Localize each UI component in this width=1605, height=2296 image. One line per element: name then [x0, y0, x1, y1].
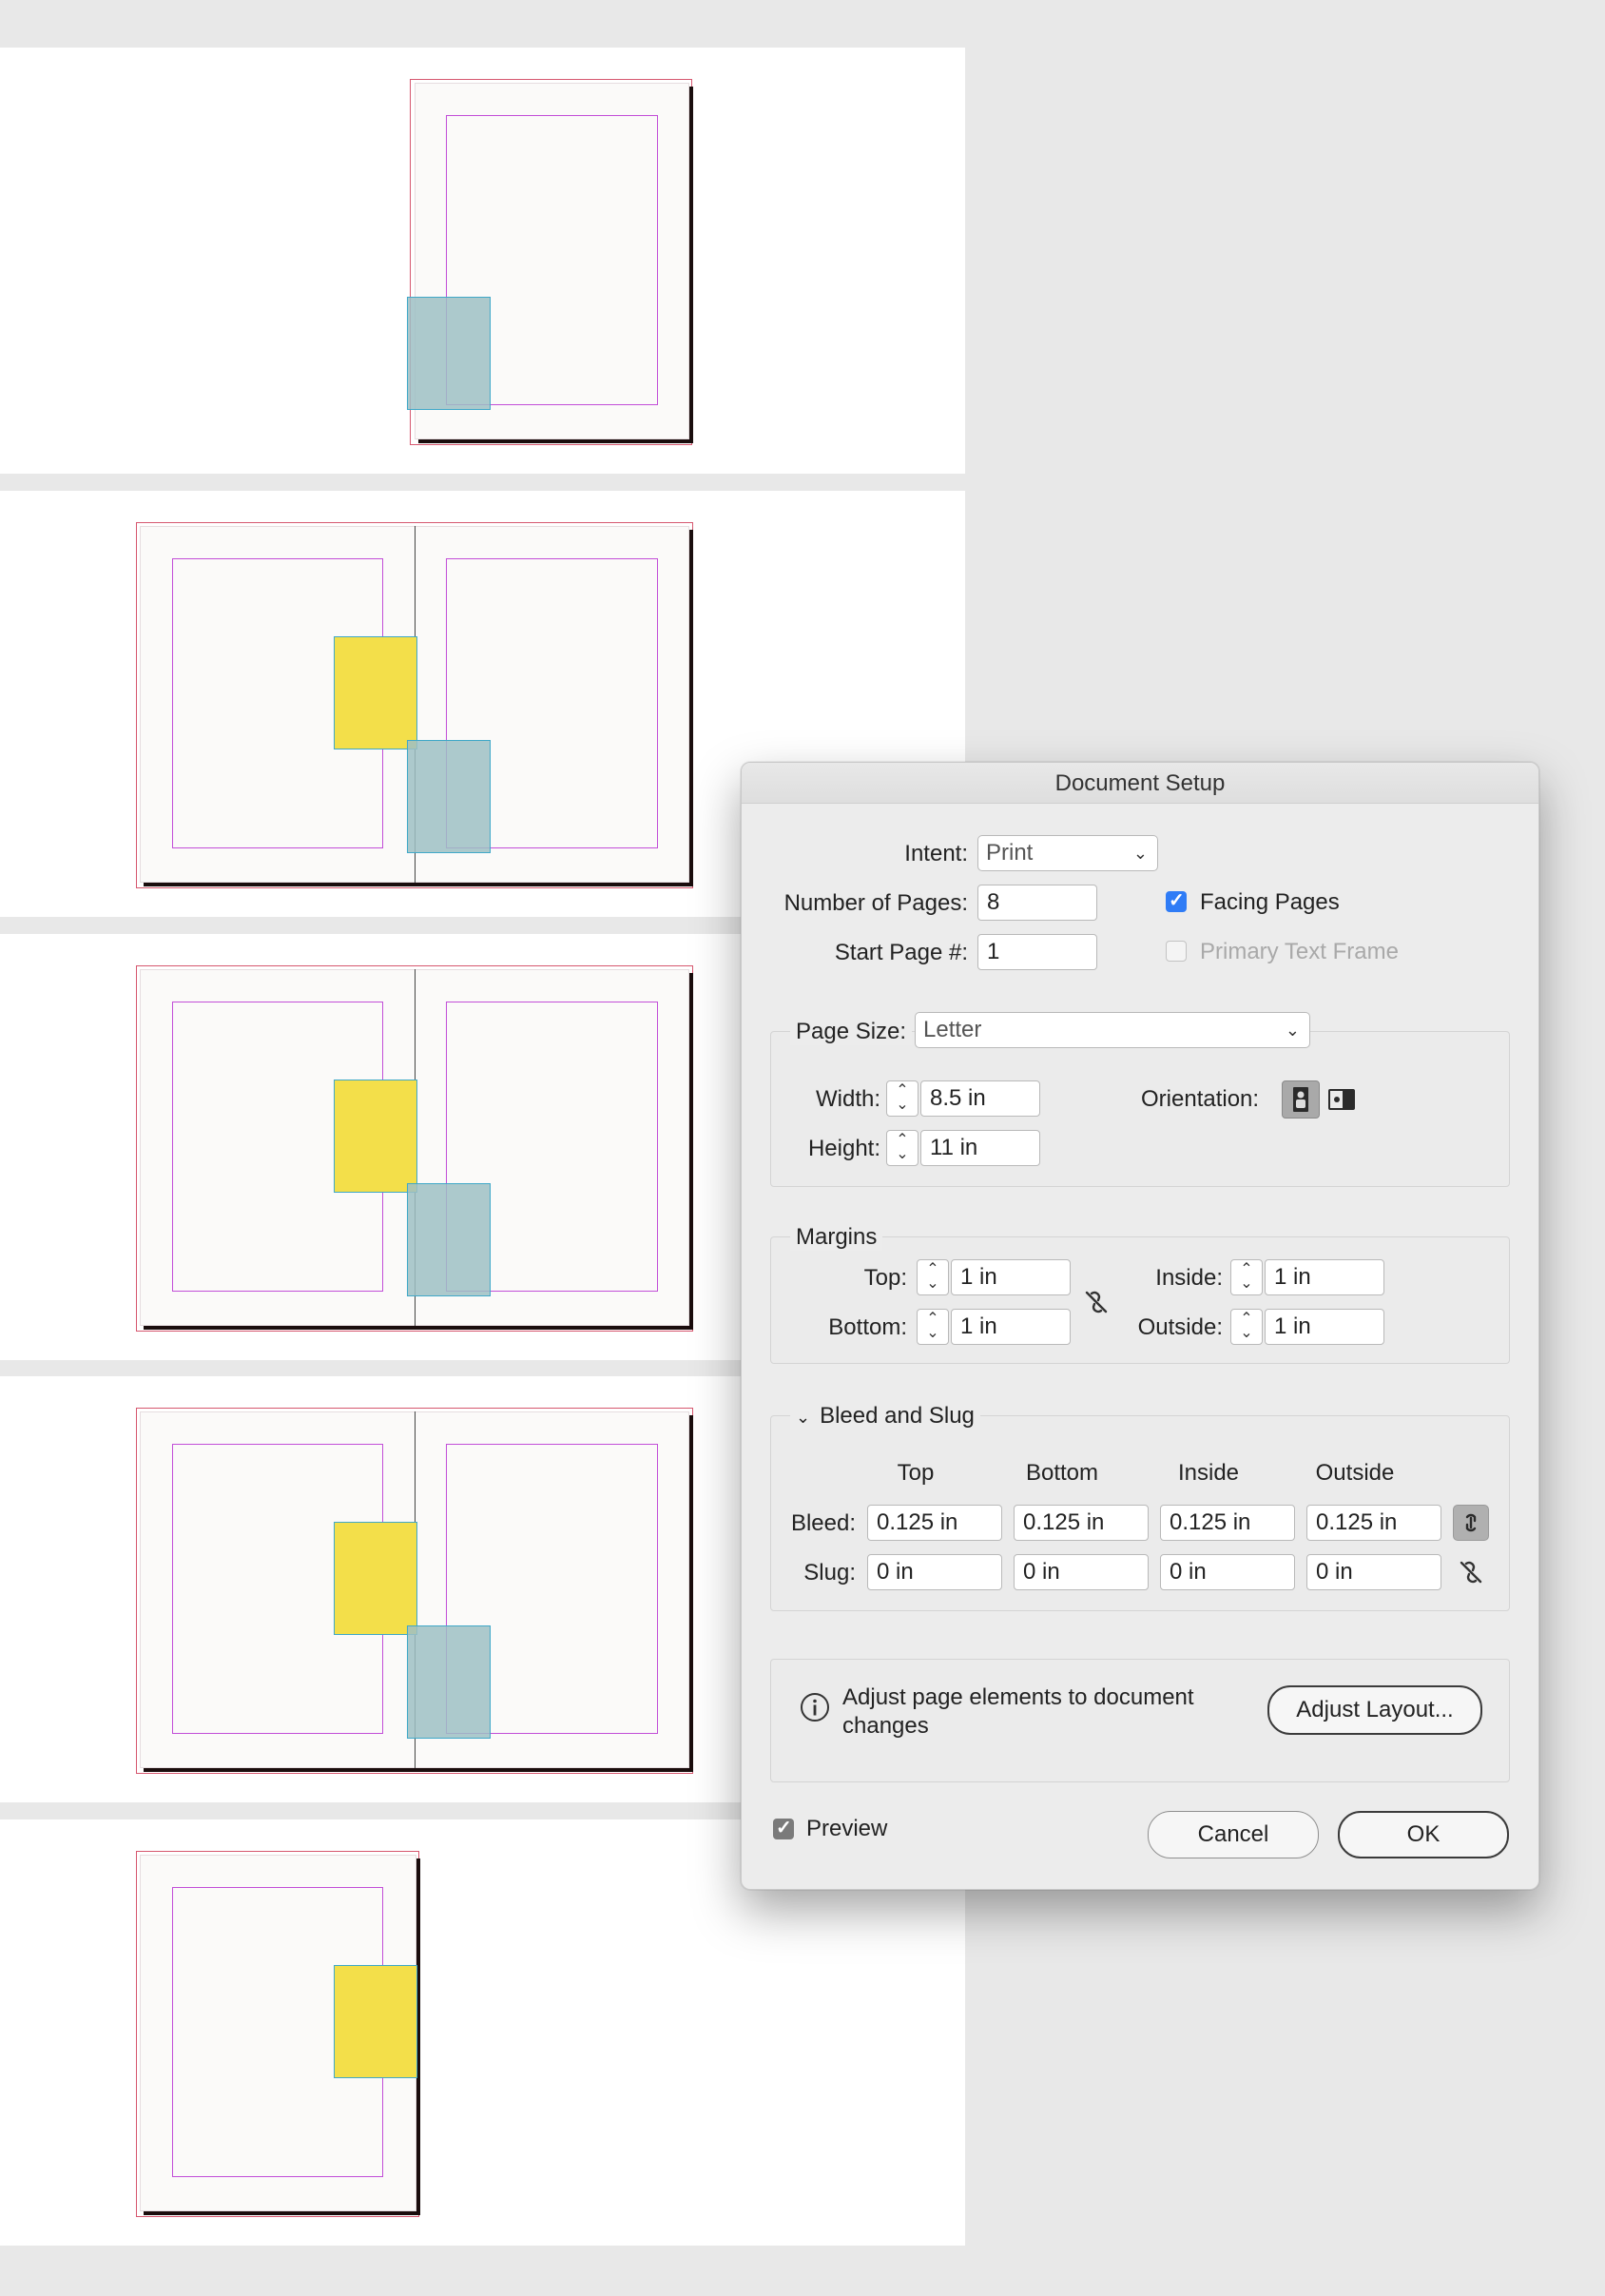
dialog-title: Document Setup — [742, 763, 1538, 804]
column-header-outside: Outside — [1315, 1460, 1395, 1486]
start-page-label: Start Page #: — [834, 940, 968, 965]
bleed-label: Bleed: — [790, 1510, 856, 1536]
landscape-orientation-icon[interactable] — [1325, 1082, 1360, 1117]
page-size-select[interactable]: Letter ⌄ — [915, 1012, 1310, 1048]
bleed-slug-title: Bleed and Slug — [820, 1403, 975, 1429]
bleed-inside-input[interactable]: 0.125 in — [1160, 1505, 1295, 1541]
number-of-pages-label: Number of Pages: — [783, 890, 968, 916]
margin-inside-label: Inside: — [1155, 1265, 1223, 1291]
margin-top-stepper[interactable]: ⌃ ⌄ — [917, 1259, 949, 1295]
teal-frame[interactable] — [407, 1625, 491, 1739]
page-size-group — [770, 1031, 1510, 1187]
margin-outside-input[interactable]: 1 in — [1265, 1309, 1384, 1345]
column-header-top: Top — [897, 1460, 935, 1486]
number-of-pages-input[interactable]: 8 — [977, 885, 1097, 921]
primary-text-frame-checkbox[interactable] — [1166, 941, 1187, 962]
spread-1 — [0, 48, 965, 474]
page-size-label: Page Size: — [790, 1019, 913, 1045]
margin-top-label: Top: — [863, 1265, 907, 1291]
facing-pages-label: Facing Pages — [1200, 889, 1340, 915]
yellow-frame[interactable] — [334, 1080, 417, 1193]
slug-inside-input[interactable]: 0 in — [1160, 1554, 1295, 1590]
width-label: Width: — [815, 1086, 880, 1112]
height-label: Height: — [807, 1136, 880, 1161]
margin-inside-stepper[interactable]: ⌃ ⌄ — [1230, 1259, 1263, 1295]
ok-button[interactable]: OK — [1338, 1811, 1509, 1858]
cancel-button[interactable]: Cancel — [1148, 1811, 1319, 1858]
intent-value: Print — [986, 840, 1034, 866]
margin-bottom-input[interactable]: 1 in — [951, 1309, 1071, 1345]
page-size-value: Letter — [923, 1017, 982, 1042]
chevron-down-icon: ⌄ — [796, 1408, 811, 1427]
bleed-link-button[interactable] — [1453, 1505, 1489, 1541]
margin-bottom-stepper[interactable]: ⌃ ⌄ — [917, 1309, 949, 1345]
slug-bottom-input[interactable]: 0 in — [1014, 1554, 1149, 1590]
yellow-frame[interactable] — [334, 1522, 417, 1635]
yellow-frame[interactable] — [334, 1965, 417, 2078]
yellow-frame[interactable] — [334, 636, 417, 749]
column-header-bottom: Bottom — [1025, 1460, 1099, 1486]
slug-outside-input[interactable]: 0 in — [1306, 1554, 1441, 1590]
slug-unlinked-chain-icon[interactable] — [1455, 1556, 1487, 1588]
bleed-bottom-input[interactable]: 0.125 in — [1014, 1505, 1149, 1541]
preview-label: Preview — [806, 1816, 888, 1841]
start-page-input[interactable]: 1 — [977, 934, 1097, 970]
margins-group — [770, 1236, 1510, 1364]
preview-checkbox[interactable] — [773, 1816, 794, 1839]
teal-frame[interactable] — [407, 1183, 491, 1296]
facing-pages-checkbox[interactable] — [1166, 888, 1187, 912]
margin-inside-input[interactable]: 1 in — [1265, 1259, 1384, 1295]
bleed-outside-input[interactable]: 0.125 in — [1306, 1505, 1441, 1541]
column-header-inside: Inside — [1177, 1460, 1240, 1486]
chevron-down-icon: ⌄ — [1285, 1021, 1300, 1040]
adjust-layout-message: Adjust page elements to document changes — [842, 1684, 1194, 1739]
intent-label: Intent: — [904, 841, 968, 866]
slug-top-input[interactable]: 0 in — [867, 1554, 1002, 1590]
margin-outside-stepper[interactable]: ⌃ ⌄ — [1230, 1309, 1263, 1345]
slug-label: Slug: — [803, 1560, 856, 1586]
orientation-label: Orientation: — [1141, 1086, 1260, 1112]
bleed-top-input[interactable]: 0.125 in — [867, 1505, 1002, 1541]
teal-frame[interactable] — [407, 297, 491, 410]
primary-text-frame-label: Primary Text Frame — [1200, 939, 1399, 964]
height-input[interactable]: 11 in — [920, 1130, 1040, 1166]
teal-frame[interactable] — [407, 740, 491, 853]
portrait-orientation-icon[interactable] — [1282, 1080, 1320, 1119]
margins-title: Margins — [790, 1224, 883, 1251]
height-stepper[interactable]: ⌃ ⌄ — [886, 1130, 919, 1166]
document-setup-dialog: Document Setup Intent: Print ⌄ Number of… — [741, 762, 1539, 1890]
bleed-slug-header[interactable]: ⌄ Bleed and Slug — [790, 1403, 980, 1430]
intent-select[interactable]: Print ⌄ — [977, 835, 1158, 871]
info-icon — [799, 1691, 831, 1723]
margin-top-input[interactable]: 1 in — [951, 1259, 1071, 1295]
chevron-down-icon: ⌄ — [1132, 844, 1148, 863]
margin-bottom-label: Bottom: — [828, 1314, 907, 1340]
adjust-layout-button[interactable]: Adjust Layout... — [1267, 1685, 1482, 1735]
width-input[interactable]: 8.5 in — [920, 1080, 1040, 1117]
width-stepper[interactable]: ⌃ ⌄ — [886, 1080, 919, 1117]
margin-outside-label: Outside: — [1137, 1314, 1223, 1340]
